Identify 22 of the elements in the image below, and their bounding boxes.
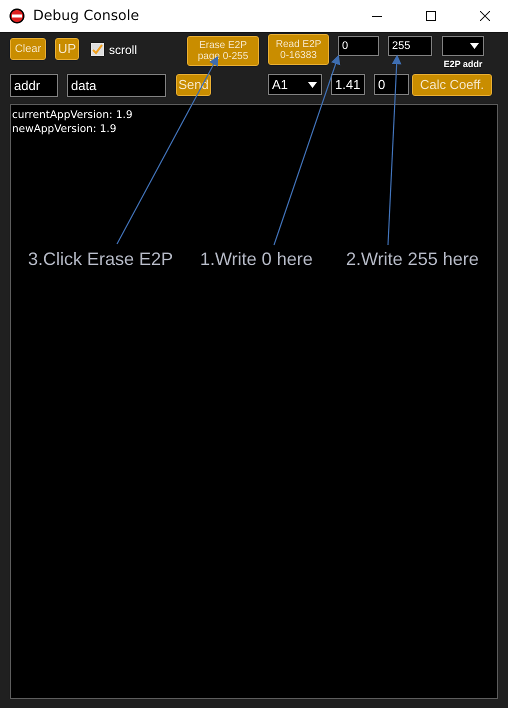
console-line: currentAppVersion: 1.9 bbox=[12, 108, 133, 122]
app-logo-icon bbox=[9, 8, 25, 24]
channel-dropdown[interactable]: A1 bbox=[268, 74, 322, 95]
close-icon bbox=[480, 11, 490, 21]
scroll-checkbox[interactable] bbox=[91, 43, 104, 56]
e2p-addr-label: E2P addr bbox=[444, 59, 482, 69]
addr-field[interactable]: addr bbox=[10, 74, 58, 97]
e2p-addr-dropdown[interactable] bbox=[442, 36, 484, 56]
maximize-icon bbox=[426, 11, 436, 21]
to-field[interactable]: 255 bbox=[388, 36, 432, 56]
annotation-label: 3.Click Erase E2P bbox=[28, 249, 174, 270]
scroll-label: scroll bbox=[109, 43, 138, 57]
annotation-label: 2.Write 255 here bbox=[346, 249, 479, 270]
window-title: Debug Console bbox=[33, 8, 140, 24]
annotation-label: 1.Write 0 here bbox=[200, 249, 313, 270]
console-line: newAppVersion: 1.9 bbox=[12, 122, 116, 136]
data-field[interactable]: data bbox=[67, 74, 166, 97]
offset-field[interactable]: 0 bbox=[374, 74, 409, 95]
from-field[interactable]: 0 bbox=[338, 36, 380, 56]
caret-icon bbox=[308, 82, 317, 88]
caret-icon bbox=[470, 43, 480, 49]
coefficient-field[interactable]: 1.41 bbox=[331, 74, 365, 95]
